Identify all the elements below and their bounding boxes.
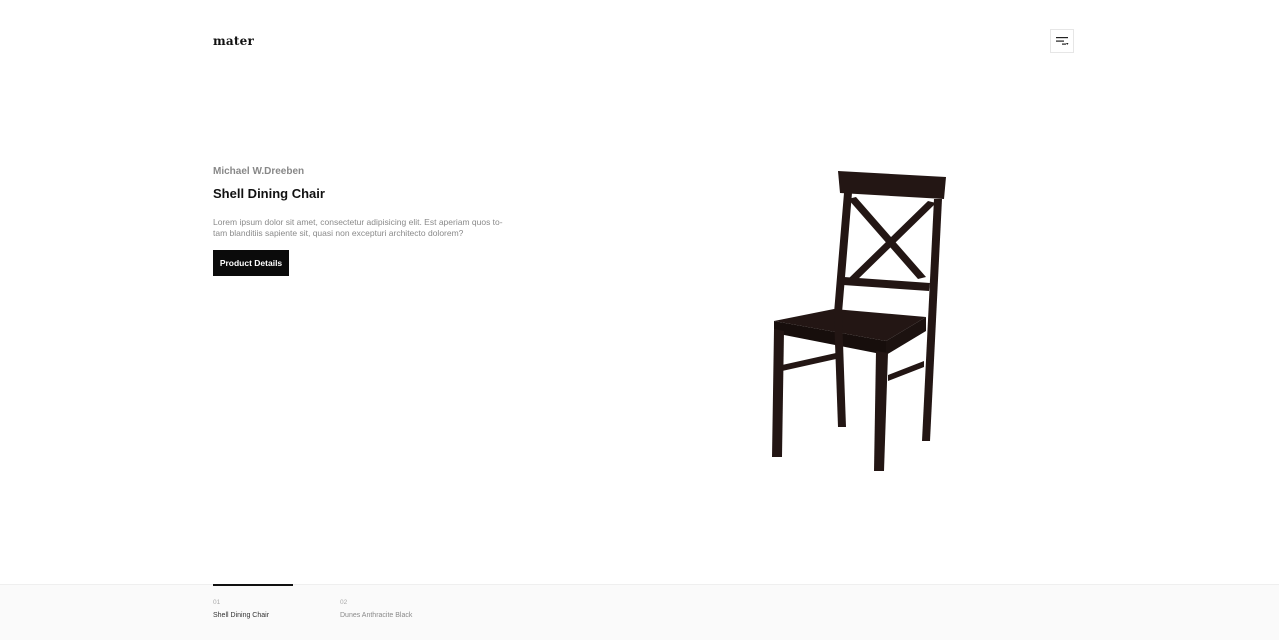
filter-menu-icon bbox=[1056, 37, 1069, 45]
menu-button[interactable] bbox=[1050, 29, 1074, 53]
chair-image bbox=[772, 171, 946, 471]
slide-tab-1[interactable]: 01 Shell Dining Chair bbox=[213, 599, 269, 619]
slide-label: Dunes Anthracite Black bbox=[340, 612, 413, 619]
product-title: Shell Dining Chair bbox=[213, 186, 325, 201]
slide-label: Shell Dining Chair bbox=[213, 612, 270, 619]
slide-number: 01 bbox=[213, 599, 221, 606]
slide-navigation: 01 Shell Dining Chair 02 Dunes Anthracit… bbox=[0, 584, 1279, 640]
slide-number: 02 bbox=[340, 599, 348, 606]
slide-tab-2[interactable]: 02 Dunes Anthracite Black bbox=[340, 599, 412, 619]
product-author: Michael W.Dreeben bbox=[213, 166, 305, 177]
logo[interactable]: mater bbox=[213, 34, 254, 48]
active-slide-indicator bbox=[213, 584, 293, 586]
product-description: Lorem ipsum dolor sit amet, consectetur … bbox=[213, 217, 503, 238]
product-details-button[interactable]: Product Details bbox=[213, 250, 289, 276]
page: mater Michael W.Dreeben Shell Dining Cha… bbox=[0, 0, 1279, 640]
